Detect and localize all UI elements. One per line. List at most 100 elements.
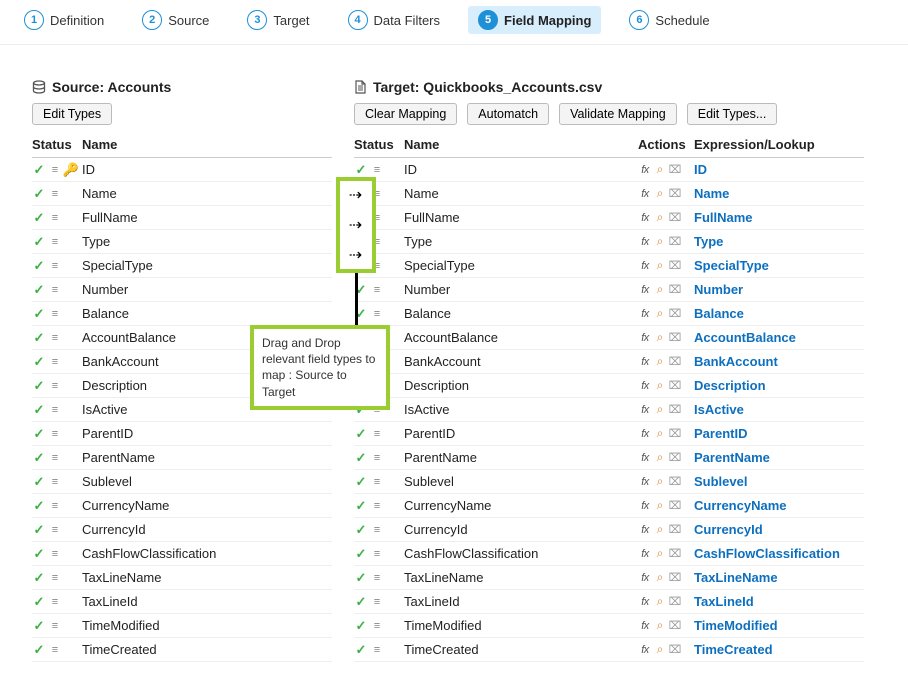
fx-icon[interactable]: fx xyxy=(638,452,652,464)
fx-icon[interactable]: fx xyxy=(638,380,652,392)
fx-icon[interactable]: fx xyxy=(638,308,652,320)
clear-icon[interactable]: ⌧ xyxy=(668,523,682,536)
wizard-step-data-filters[interactable]: 4Data Filters xyxy=(338,6,450,34)
source-field-row[interactable]: ✓≡Balance xyxy=(32,302,332,326)
lookup-icon[interactable]: ⌕ xyxy=(653,354,667,369)
expression-link[interactable]: BankAccount xyxy=(694,354,778,369)
lookup-icon[interactable]: ⌕ xyxy=(653,546,667,561)
lookup-icon[interactable]: ⌕ xyxy=(653,378,667,393)
wizard-step-schedule[interactable]: 6Schedule xyxy=(619,6,719,34)
expression-link[interactable]: ParentID xyxy=(694,426,747,441)
source-field-row[interactable]: ✓≡CurrencyName xyxy=(32,494,332,518)
source-field-row[interactable]: ✓≡TimeCreated xyxy=(32,638,332,662)
expression-link[interactable]: CashFlowClassification xyxy=(694,546,840,561)
clear-icon[interactable]: ⌧ xyxy=(668,547,682,560)
source-field-row[interactable]: ✓≡SpecialType xyxy=(32,254,332,278)
expression-link[interactable]: Name xyxy=(694,186,729,201)
fx-icon[interactable]: fx xyxy=(638,500,652,512)
fx-icon[interactable]: fx xyxy=(638,188,652,200)
source-field-row[interactable]: ✓≡TaxLineName xyxy=(32,566,332,590)
target-field-row[interactable]: ✓≡Balancefx⌕⌧Balance xyxy=(354,302,864,326)
target-field-row[interactable]: ✓≡Descriptionfx⌕⌧Description xyxy=(354,374,864,398)
fx-icon[interactable]: fx xyxy=(638,476,652,488)
target-field-row[interactable]: ✓≡CashFlowClassificationfx⌕⌧CashFlowClas… xyxy=(354,542,864,566)
expression-link[interactable]: ParentName xyxy=(694,450,770,465)
edit-types-target-button[interactable]: Edit Types... xyxy=(687,103,778,125)
lookup-icon[interactable]: ⌕ xyxy=(653,594,667,609)
target-field-row[interactable]: ✓≡Sublevelfx⌕⌧Sublevel xyxy=(354,470,864,494)
clear-icon[interactable]: ⌧ xyxy=(668,619,682,632)
lookup-icon[interactable]: ⌕ xyxy=(653,258,667,273)
fx-icon[interactable]: fx xyxy=(638,236,652,248)
clear-icon[interactable]: ⌧ xyxy=(668,331,682,344)
clear-icon[interactable]: ⌧ xyxy=(668,163,682,176)
expression-link[interactable]: Description xyxy=(694,378,766,393)
fx-icon[interactable]: fx xyxy=(638,260,652,272)
clear-icon[interactable]: ⌧ xyxy=(668,307,682,320)
lookup-icon[interactable]: ⌕ xyxy=(653,426,667,441)
clear-icon[interactable]: ⌧ xyxy=(668,211,682,224)
wizard-step-source[interactable]: 2Source xyxy=(132,6,219,34)
source-field-row[interactable]: ✓≡CashFlowClassification xyxy=(32,542,332,566)
fx-icon[interactable]: fx xyxy=(638,404,652,416)
source-field-row[interactable]: ✓≡TaxLineId xyxy=(32,590,332,614)
automatch-button[interactable]: Automatch xyxy=(467,103,549,125)
validate-mapping-button[interactable]: Validate Mapping xyxy=(559,103,677,125)
fx-icon[interactable]: fx xyxy=(638,548,652,560)
source-field-row[interactable]: ✓≡Name xyxy=(32,182,332,206)
lookup-icon[interactable]: ⌕ xyxy=(653,402,667,417)
target-field-row[interactable]: ✓≡BankAccountfx⌕⌧BankAccount xyxy=(354,350,864,374)
fx-icon[interactable]: fx xyxy=(638,356,652,368)
target-field-row[interactable]: ✓≡TaxLineIdfx⌕⌧TaxLineId xyxy=(354,590,864,614)
clear-icon[interactable]: ⌧ xyxy=(668,379,682,392)
lookup-icon[interactable]: ⌕ xyxy=(653,570,667,585)
clear-icon[interactable]: ⌧ xyxy=(668,475,682,488)
source-field-row[interactable]: ✓≡ParentID xyxy=(32,422,332,446)
fx-icon[interactable]: fx xyxy=(638,428,652,440)
wizard-step-field-mapping[interactable]: 5Field Mapping xyxy=(468,6,601,34)
source-field-row[interactable]: ✓≡Type xyxy=(32,230,332,254)
clear-icon[interactable]: ⌧ xyxy=(668,283,682,296)
target-field-row[interactable]: ✓≡TaxLineNamefx⌕⌧TaxLineName xyxy=(354,566,864,590)
clear-icon[interactable]: ⌧ xyxy=(668,595,682,608)
fx-icon[interactable]: fx xyxy=(638,572,652,584)
expression-link[interactable]: TimeModified xyxy=(694,618,778,633)
expression-link[interactable]: Number xyxy=(694,282,743,297)
clear-icon[interactable]: ⌧ xyxy=(668,403,682,416)
expression-link[interactable]: FullName xyxy=(694,210,753,225)
clear-icon[interactable]: ⌧ xyxy=(668,187,682,200)
fx-icon[interactable]: fx xyxy=(638,164,652,176)
target-field-row[interactable]: ✓≡Namefx⌕⌧Name xyxy=(354,182,864,206)
fx-icon[interactable]: fx xyxy=(638,332,652,344)
target-field-row[interactable]: ✓≡ParentNamefx⌕⌧ParentName xyxy=(354,446,864,470)
clear-icon[interactable]: ⌧ xyxy=(668,571,682,584)
expression-link[interactable]: TaxLineId xyxy=(694,594,754,609)
lookup-icon[interactable]: ⌕ xyxy=(653,450,667,465)
wizard-step-definition[interactable]: 1Definition xyxy=(14,6,114,34)
target-field-row[interactable]: ✓≡IsActivefx⌕⌧IsActive xyxy=(354,398,864,422)
lookup-icon[interactable]: ⌕ xyxy=(653,522,667,537)
fx-icon[interactable]: fx xyxy=(638,284,652,296)
target-field-row[interactable]: ✓≡CurrencyNamefx⌕⌧CurrencyName xyxy=(354,494,864,518)
expression-link[interactable]: TimeCreated xyxy=(694,642,773,657)
target-field-row[interactable]: ✓≡TimeCreatedfx⌕⌧TimeCreated xyxy=(354,638,864,662)
clear-icon[interactable]: ⌧ xyxy=(668,355,682,368)
source-field-row[interactable]: ✓≡TimeModified xyxy=(32,614,332,638)
lookup-icon[interactable]: ⌕ xyxy=(653,618,667,633)
expression-link[interactable]: SpecialType xyxy=(694,258,769,273)
expression-link[interactable]: ID xyxy=(694,162,707,177)
expression-link[interactable]: AccountBalance xyxy=(694,330,796,345)
lookup-icon[interactable]: ⌕ xyxy=(653,162,667,177)
target-field-row[interactable]: ✓≡IDfx⌕⌧ID xyxy=(354,158,864,182)
clear-icon[interactable]: ⌧ xyxy=(668,643,682,656)
fx-icon[interactable]: fx xyxy=(638,212,652,224)
clear-icon[interactable]: ⌧ xyxy=(668,259,682,272)
fx-icon[interactable]: fx xyxy=(638,620,652,632)
target-field-row[interactable]: ✓≡TimeModifiedfx⌕⌧TimeModified xyxy=(354,614,864,638)
fx-icon[interactable]: fx xyxy=(638,644,652,656)
lookup-icon[interactable]: ⌕ xyxy=(653,234,667,249)
lookup-icon[interactable]: ⌕ xyxy=(653,642,667,657)
target-field-row[interactable]: ✓≡CurrencyIdfx⌕⌧CurrencyId xyxy=(354,518,864,542)
fx-icon[interactable]: fx xyxy=(638,596,652,608)
clear-mapping-button[interactable]: Clear Mapping xyxy=(354,103,457,125)
